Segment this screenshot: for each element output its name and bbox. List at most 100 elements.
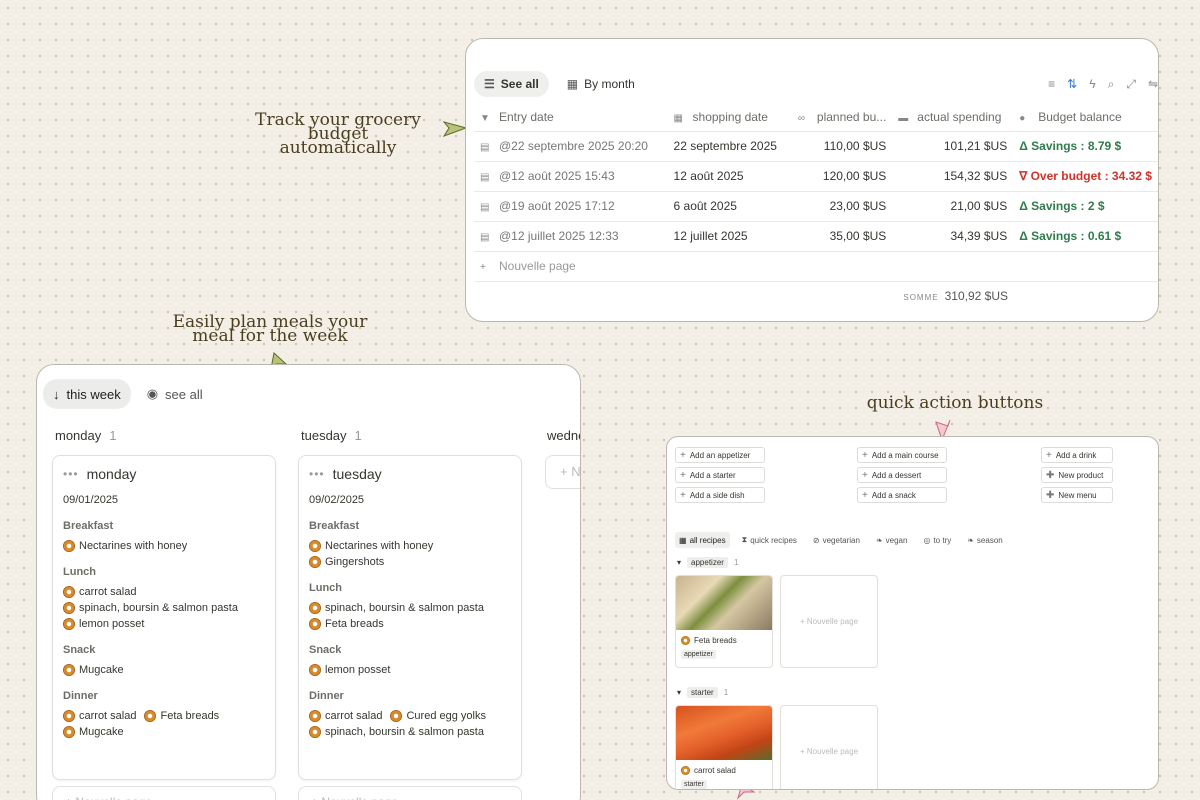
plus-icon: + <box>862 469 868 481</box>
actual-spending-cell[interactable]: 101,21 $US <box>892 131 1014 162</box>
entry-date-cell[interactable]: ▤ @12 août 2025 15:43 <box>474 161 668 192</box>
quick-annotation: quick action buttons <box>866 393 1044 413</box>
actual-spending-cell[interactable]: 34,39 $US <box>892 221 1014 252</box>
new-page-row[interactable]: + Nouvelle page <box>474 251 1158 282</box>
actual-spending-cell[interactable]: 21,00 $US <box>892 191 1014 222</box>
recipe-link[interactable]: carrot salad <box>63 710 136 722</box>
recipe-link[interactable]: spinach, boursin & salmon pasta <box>63 602 265 614</box>
table-row[interactable]: ▤ @12 août 2025 15:43 12 août 2025 120,00… <box>474 161 1158 192</box>
tab-vegan[interactable]: ❧ vegan <box>872 532 912 548</box>
tab-label: all recipes <box>689 535 726 545</box>
bagel-icon <box>309 618 321 630</box>
column-header[interactable]: ▼ Entry date <box>474 103 668 132</box>
table-row[interactable]: ▤ @12 juillet 2025 12:33 12 juillet 2025 … <box>474 221 1158 252</box>
column-header[interactable]: ▦ shopping date <box>667 103 792 132</box>
day-card-wednesday[interactable]: + N <box>545 455 580 489</box>
group-header-appetizer[interactable]: ▾ appetizer 1 <box>677 557 738 568</box>
table-row[interactable]: ▤ @19 août 2025 17:12 6 août 2025 23,00 $… <box>474 191 1158 222</box>
column-header[interactable]: ∞ planned bu... <box>791 103 893 132</box>
planned-budget-cell[interactable]: 110,00 $US <box>791 131 893 162</box>
tab-season[interactable]: ❧ season <box>963 532 1007 548</box>
new-page-button[interactable]: + Nouvelle page <box>474 251 1158 282</box>
add-snack-button[interactable]: + Add a snack <box>857 487 947 503</box>
recipe-link[interactable]: carrot salad <box>309 710 382 722</box>
column-label: actual spending <box>917 109 1002 124</box>
tab-by-month[interactable]: ▦ By month <box>557 71 645 97</box>
add-dessert-button[interactable]: + Add a dessert <box>857 467 947 483</box>
planned-budget-cell[interactable]: 120,00 $US <box>791 161 893 192</box>
actual-spending-cell[interactable]: 154,32 $US <box>892 161 1014 192</box>
table-row[interactable]: ▤ @22 septembre 2025 20:20 22 septembre 2… <box>474 131 1158 162</box>
group-label: appetizer <box>687 557 728 568</box>
budget-balance-cell[interactable]: Δ Savings : 0.61 $ <box>1013 221 1158 252</box>
recipe-link[interactable]: Mugcake <box>63 726 265 738</box>
entry-date-cell[interactable]: ▤ @22 septembre 2025 20:20 <box>474 131 668 162</box>
recipe-card[interactable]: carrot salad starter <box>675 705 773 789</box>
expand-icon[interactable]: ⤢ <box>1126 77 1136 92</box>
tab-see-all[interactable]: ☰ See all <box>474 71 549 97</box>
recipe-link[interactable]: spinach, boursin & salmon pasta <box>309 602 511 614</box>
column-header[interactable]: ▬ actual spending <box>892 103 1014 132</box>
sort-icon[interactable]: ⇅ <box>1067 77 1077 92</box>
day-card-tuesday[interactable]: ••• tuesday 09/02/2025 Breakfast Nectarin… <box>298 455 522 780</box>
recipe-link[interactable]: Nectarines with honey <box>63 540 265 552</box>
new-page-button[interactable]: + Nouvelle page <box>52 786 276 800</box>
shopping-date-cell[interactable]: 12 juillet 2025 <box>667 221 792 252</box>
recipe-name: Mugcake <box>79 664 124 676</box>
recipe-link[interactable]: Nectarines with honey <box>309 540 511 552</box>
recipe-link[interactable]: Cured egg yolks <box>390 710 486 722</box>
entry-date-cell[interactable]: ▤ @19 août 2025 17:12 <box>474 191 668 222</box>
column-header[interactable]: ● Budget balance <box>1013 103 1158 132</box>
recipe-link[interactable]: lemon posset <box>63 618 265 630</box>
recipe-link[interactable]: lemon posset <box>309 664 511 676</box>
group-header-starter[interactable]: ▾ starter 1 <box>677 687 728 698</box>
filter-icon[interactable]: ≡ <box>1048 77 1055 92</box>
more-icon[interactable]: ••• <box>63 467 79 481</box>
budget-balance-cell[interactable]: ∇ Over budget : 34.32 $ <box>1013 161 1158 192</box>
search-icon[interactable]: ⌕ <box>1108 77 1115 92</box>
more-icon[interactable]: ⇋ <box>1148 77 1158 92</box>
planned-budget-cell[interactable]: 35,00 $US <box>791 221 893 252</box>
new-page-card[interactable]: + Nouvelle page <box>780 575 878 668</box>
recipe-link[interactable]: carrot salad <box>63 586 265 598</box>
add-main-course-button[interactable]: + Add a main course <box>857 447 947 463</box>
budget-balance-cell[interactable]: Δ Savings : 8.79 $ <box>1013 131 1158 162</box>
shopping-date-cell[interactable]: 22 septembre 2025 <box>667 131 792 162</box>
tab-to-try[interactable]: ◎ to try <box>919 532 955 548</box>
new-page-card[interactable]: + Nouvelle page <box>780 705 878 789</box>
new-page-button[interactable]: + Nouvelle page <box>298 786 522 800</box>
recipe-link[interactable]: Feta breads <box>309 618 511 630</box>
automation-icon[interactable]: ϟ <box>1089 77 1095 92</box>
budget-balance-cell[interactable]: Δ Savings : 2 $ <box>1013 191 1158 222</box>
recipe-title: Feta breads <box>681 636 772 645</box>
entry-date-cell[interactable]: ▤ @12 juillet 2025 12:33 <box>474 221 668 252</box>
add-drink-button[interactable]: + Add a drink <box>1041 447 1113 463</box>
new-menu-button[interactable]: ✚ New menu <box>1041 487 1113 503</box>
tab-this-week[interactable]: ↓ this week <box>43 379 131 409</box>
tab-quick-recipes[interactable]: ⧗ quick recipes <box>738 532 801 548</box>
add-appetizer-button[interactable]: + Add an appetizer <box>675 447 765 463</box>
planned-budget-cell[interactable]: 23,00 $US <box>791 191 893 222</box>
tab-label: vegan <box>885 535 908 545</box>
recipe-link[interactable]: Feta breads <box>144 710 219 722</box>
tab-see-all[interactable]: ◉ see all <box>137 379 213 409</box>
add-starter-button[interactable]: + Add a starter <box>675 467 765 483</box>
tab-all-recipes[interactable]: ▦ all recipes <box>675 532 730 548</box>
recipe-card[interactable]: Feta breads appetizer <box>675 575 773 668</box>
shopping-date-cell[interactable]: 6 août 2025 <box>667 191 792 222</box>
plus-icon: + <box>862 449 868 461</box>
add-side-dish-button[interactable]: + Add a side dish <box>675 487 765 503</box>
recipe-link[interactable]: Mugcake <box>63 664 265 676</box>
plus-icon: + <box>1046 449 1052 461</box>
recipe-link[interactable]: spinach, boursin & salmon pasta <box>309 726 511 738</box>
recipe-link[interactable]: Gingershots <box>309 556 511 568</box>
recipe-list: Nectarines with honey <box>63 540 265 552</box>
recipe-photo <box>676 706 772 760</box>
tab-label: to try <box>933 535 952 545</box>
shopping-date-cell[interactable]: 12 août 2025 <box>667 161 792 192</box>
more-icon[interactable]: ••• <box>309 467 325 481</box>
new-product-button[interactable]: ✚ New product <box>1041 467 1113 483</box>
tab-vegetarian[interactable]: ⊘ vegetarian <box>809 532 864 548</box>
day-card-monday[interactable]: ••• monday 09/01/2025 Breakfast Nectarine… <box>52 455 276 780</box>
recipe-name: Gingershots <box>325 556 385 568</box>
